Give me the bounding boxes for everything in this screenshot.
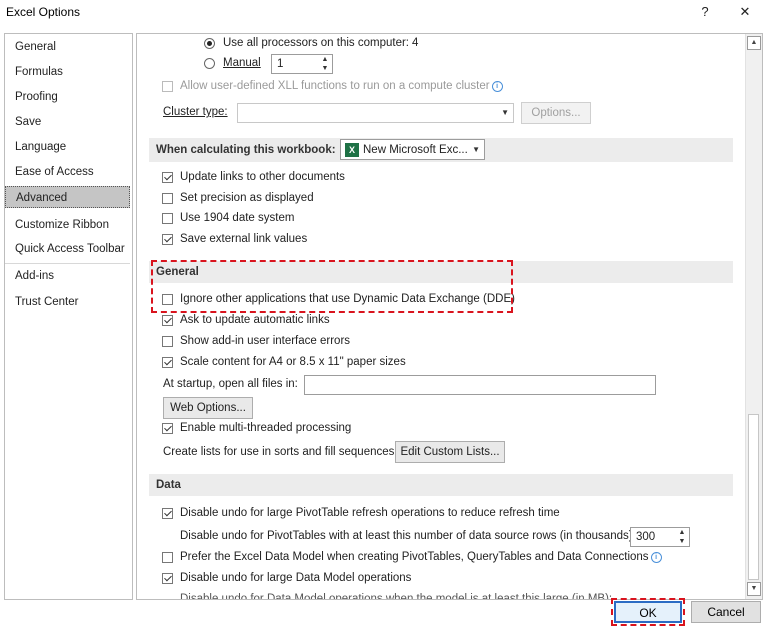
show-addin-errors-checkbox[interactable] (162, 336, 173, 347)
nav-item-trust-center[interactable]: Trust Center (5, 291, 130, 313)
processor-count: 4 (412, 37, 419, 49)
spinner-arrows-icon[interactable]: ▲ ▼ (318, 55, 332, 73)
nav-item-advanced[interactable]: Advanced (5, 186, 130, 208)
save-external-checkbox[interactable] (162, 234, 173, 245)
startup-folder-input[interactable] (304, 375, 656, 395)
manual-threads-spinner[interactable]: 1 ▲ ▼ (271, 54, 333, 74)
date-1904-checkbox[interactable] (162, 213, 173, 224)
info-icon: i (491, 81, 503, 92)
disable-undo-data-model-checkbox[interactable] (162, 573, 173, 584)
cluster-type-label: Cluster type: (163, 106, 228, 118)
help-button[interactable]: ? (693, 2, 717, 22)
multithread-label: Enable multi-threaded processing (180, 422, 352, 434)
workbook-dropdown-value: New Microsoft Exc... (363, 144, 468, 156)
manual-label: Manual (223, 57, 261, 69)
nav-item-add-ins[interactable]: Add-ins (5, 265, 130, 287)
general-section-header: General (149, 261, 733, 283)
nav-item-quick-access-toolbar[interactable]: Quick Access Toolbar (5, 238, 130, 260)
title-bar: Excel Options ? ✕ (0, 0, 765, 26)
custom-lists-label: Create lists for use in sorts and fill s… (163, 446, 398, 458)
cancel-button[interactable]: Cancel (691, 601, 761, 623)
update-links-label: Update links to other documents (180, 171, 345, 183)
disable-undo-rows-value: 300 (636, 531, 656, 543)
all-processors-label: Use all processors on this computer: (223, 37, 409, 49)
nav-item-save[interactable]: Save (5, 111, 130, 133)
update-links-checkbox[interactable] (162, 172, 173, 183)
chevron-down-icon: ▼ (472, 145, 480, 154)
scrollbar-thumb[interactable] (748, 414, 759, 580)
info-icon: i (650, 552, 662, 563)
workbook-dropdown[interactable]: X New Microsoft Exc... ▼ (340, 139, 485, 160)
disable-undo-rows-spinner[interactable]: 300 ▲ ▼ (630, 527, 690, 547)
prefer-data-model-checkbox[interactable] (162, 552, 173, 563)
nav-item-general[interactable]: General (5, 36, 130, 58)
calc-workbook-label: When calculating this workbook: (156, 144, 336, 156)
disable-undo-data-model-label: Disable undo for large Data Model operat… (180, 572, 412, 584)
nav-divider (5, 263, 130, 264)
ignore-dde-checkbox[interactable] (162, 294, 173, 305)
date-1904-label: Use 1904 date system (180, 212, 295, 224)
chevron-down-icon: ▼ (501, 108, 509, 117)
prefer-data-model-label: Prefer the Excel Data Model when creatin… (180, 548, 662, 566)
set-precision-checkbox[interactable] (162, 193, 173, 204)
web-options-button[interactable]: Web Options... (163, 397, 253, 419)
scroll-down-icon[interactable]: ▼ (747, 582, 761, 596)
allow-xll-label: Allow user-defined XLL functions to run … (180, 77, 503, 95)
cluster-type-dropdown[interactable]: ▼ (237, 103, 514, 123)
manual-radio[interactable] (204, 58, 215, 69)
advanced-options-panel: Use all processors on this computer: 4 M… (136, 33, 763, 600)
ask-update-label: Ask to update automatic links (180, 314, 330, 326)
excel-workbook-icon: X (345, 143, 359, 157)
edit-custom-lists-button[interactable]: Edit Custom Lists... (395, 441, 505, 463)
ignore-dde-label: Ignore other applications that use Dynam… (180, 293, 515, 305)
nav-item-customize-ribbon[interactable]: Customize Ribbon (5, 214, 130, 236)
data-model-cutoff-label: Disable undo for Data Model operations w… (180, 593, 613, 600)
nav-item-proofing[interactable]: Proofing (5, 86, 130, 108)
spinner-arrows-icon[interactable]: ▲ ▼ (675, 528, 689, 546)
disable-undo-pivot-label: Disable undo for large PivotTable refres… (180, 507, 560, 519)
general-section-title: General (156, 266, 199, 278)
scroll-up-icon[interactable]: ▲ (747, 36, 761, 50)
set-precision-label: Set precision as displayed (180, 192, 314, 204)
window-title: Excel Options (6, 5, 81, 19)
allow-xll-checkbox[interactable] (162, 81, 173, 92)
ok-button[interactable]: OK (614, 601, 682, 623)
nav-item-formulas[interactable]: Formulas (5, 61, 130, 83)
all-processors-radio[interactable] (204, 38, 215, 49)
vertical-scrollbar[interactable]: ▲ ▼ (745, 34, 762, 599)
save-external-label: Save external link values (180, 233, 308, 245)
disable-undo-rows-label: Disable undo for PivotTables with at lea… (180, 530, 636, 542)
scale-content-label: Scale content for A4 or 8.5 x 11" paper … (180, 356, 406, 368)
scale-content-checkbox[interactable] (162, 357, 173, 368)
nav-item-language[interactable]: Language (5, 136, 130, 158)
manual-threads-value: 1 (277, 58, 284, 70)
ask-update-checkbox[interactable] (162, 315, 173, 326)
close-button[interactable]: ✕ (733, 2, 757, 22)
data-section-header: Data (149, 474, 733, 496)
nav-item-ease-of-access[interactable]: Ease of Access (5, 161, 130, 183)
multithread-checkbox[interactable] (162, 423, 173, 434)
show-addin-errors-label: Show add-in user interface errors (180, 335, 351, 347)
data-section-title: Data (156, 479, 181, 491)
disable-undo-pivot-checkbox[interactable] (162, 508, 173, 519)
startup-folder-label: At startup, open all files in: (163, 378, 298, 390)
cluster-options-button[interactable]: Options... (521, 102, 591, 124)
options-nav: General Formulas Proofing Save Language … (4, 33, 133, 600)
